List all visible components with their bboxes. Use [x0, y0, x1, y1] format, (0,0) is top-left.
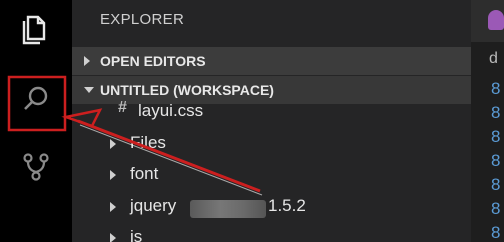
tree-item-label: Files [130, 133, 166, 152]
search-icon[interactable] [16, 80, 56, 120]
activity-bar [0, 0, 72, 242]
tree-item-label: js [130, 227, 143, 242]
line-number: 8 [491, 79, 501, 98]
vscode-window: EXPLORER OPEN EDITORS UNTITLED (WORKSPAC… [0, 0, 504, 242]
line-number: 8 [491, 199, 501, 218]
line-number: 8 [491, 175, 501, 194]
line-number: 8 [491, 223, 501, 242]
chevron-down-icon [84, 87, 94, 93]
line-number: 8 [491, 127, 501, 146]
line-number: 8 [491, 103, 501, 122]
chevron-right-icon [84, 56, 90, 66]
editor-tab[interactable] [471, 0, 504, 42]
tree-item-label: layui.css [138, 101, 204, 120]
explorer-title: EXPLORER [100, 11, 185, 28]
explorer-sidebar: EXPLORER OPEN EDITORS UNTITLED (WORKSPAC… [72, 0, 471, 242]
breadcrumb[interactable]: d [489, 50, 498, 68]
tree-item-label: jquery [130, 196, 177, 215]
tree-item-font[interactable]: font [110, 162, 310, 190]
tree-item-layui-css[interactable]: # layui.css [118, 99, 318, 127]
tree-item-jquery[interactable]: jquery 1.5.2 [110, 194, 410, 222]
workspace-label: UNTITLED (WORKSPACE) [100, 82, 274, 98]
chevron-right-icon [110, 202, 116, 212]
chevron-right-icon [110, 139, 116, 149]
files-icon[interactable] [16, 8, 56, 48]
chevron-right-icon [110, 233, 116, 242]
editor-area: d 8 8 8 8 8 8 8 [471, 0, 504, 242]
tree-item-files[interactable]: Files [110, 131, 310, 159]
chevron-right-icon [110, 170, 116, 180]
tree-item-label: font [130, 164, 159, 183]
file-type-icon [488, 10, 504, 30]
git-icon[interactable] [16, 146, 56, 186]
tree-item-version: 1.5.2 [268, 196, 306, 215]
line-number: 8 [491, 151, 501, 170]
open-editors-section[interactable]: OPEN EDITORS [72, 47, 471, 75]
redacted-text [190, 200, 266, 218]
tree-item-js[interactable]: js [110, 225, 310, 242]
open-editors-label: OPEN EDITORS [100, 53, 206, 69]
css-file-icon: # [118, 99, 127, 116]
